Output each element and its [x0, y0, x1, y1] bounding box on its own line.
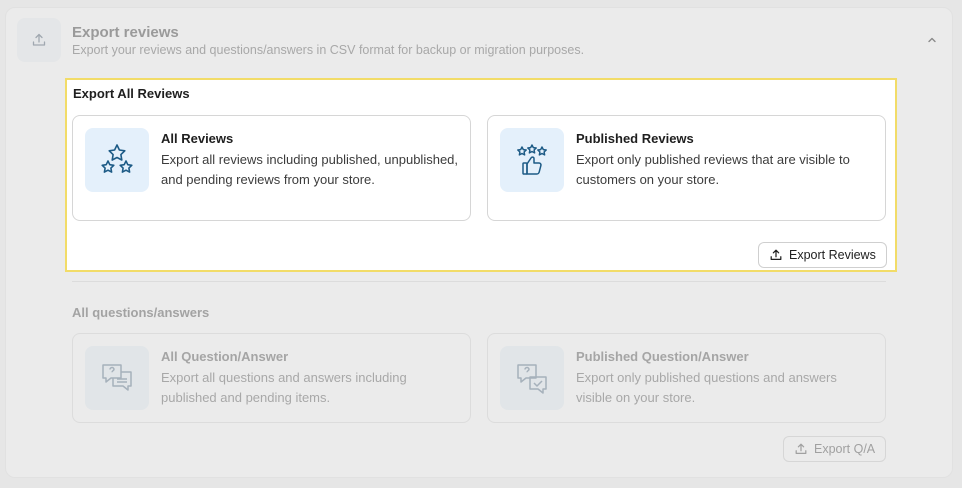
card-description: Export all reviews including published, …: [161, 152, 459, 187]
chat-check-icon: [500, 346, 564, 410]
card-description: Export only published reviews that are v…: [576, 152, 850, 187]
export-qa-button[interactable]: Export Q/A: [783, 436, 887, 462]
upload-icon: [795, 443, 807, 454]
all-qa-option[interactable]: All Question/Answer Export all questions…: [72, 333, 471, 423]
card-title: Published Reviews: [576, 131, 694, 146]
collapse-chevron-up-icon[interactable]: [924, 32, 940, 48]
qa-section-title: All questions/answers: [72, 305, 210, 320]
card-description: Export all questions and answers includi…: [161, 370, 407, 405]
thumbs-up-stars-icon: [500, 128, 564, 192]
button-label: Export Reviews: [789, 248, 876, 262]
button-label: Export Q/A: [814, 442, 876, 456]
panel-title: Export reviews: [72, 24, 179, 41]
card-description: Export only published questions and answ…: [576, 370, 837, 405]
all-reviews-option[interactable]: All Reviews Export all reviews including…: [72, 115, 471, 221]
upload-icon: [17, 18, 61, 62]
panel-description: Export your reviews and questions/answer…: [72, 43, 585, 57]
section-divider: [72, 281, 886, 282]
export-reviews-panel: Export reviews Export your reviews and q…: [5, 7, 953, 478]
published-qa-option[interactable]: Published Question/Answer Export only pu…: [487, 333, 886, 423]
card-title: All Question/Answer: [161, 349, 289, 364]
upload-icon: [770, 249, 782, 260]
section-title: Export All Reviews: [73, 86, 190, 101]
card-title: Published Question/Answer: [576, 349, 749, 364]
export-all-reviews-section: Export All Reviews All Reviews Export al…: [65, 78, 897, 272]
chat-bubbles-icon: [85, 346, 149, 410]
stars-icon: [85, 128, 149, 192]
export-reviews-button[interactable]: Export Reviews: [758, 242, 887, 268]
card-title: All Reviews: [161, 131, 234, 146]
published-reviews-option[interactable]: Published Reviews Export only published …: [487, 115, 886, 221]
